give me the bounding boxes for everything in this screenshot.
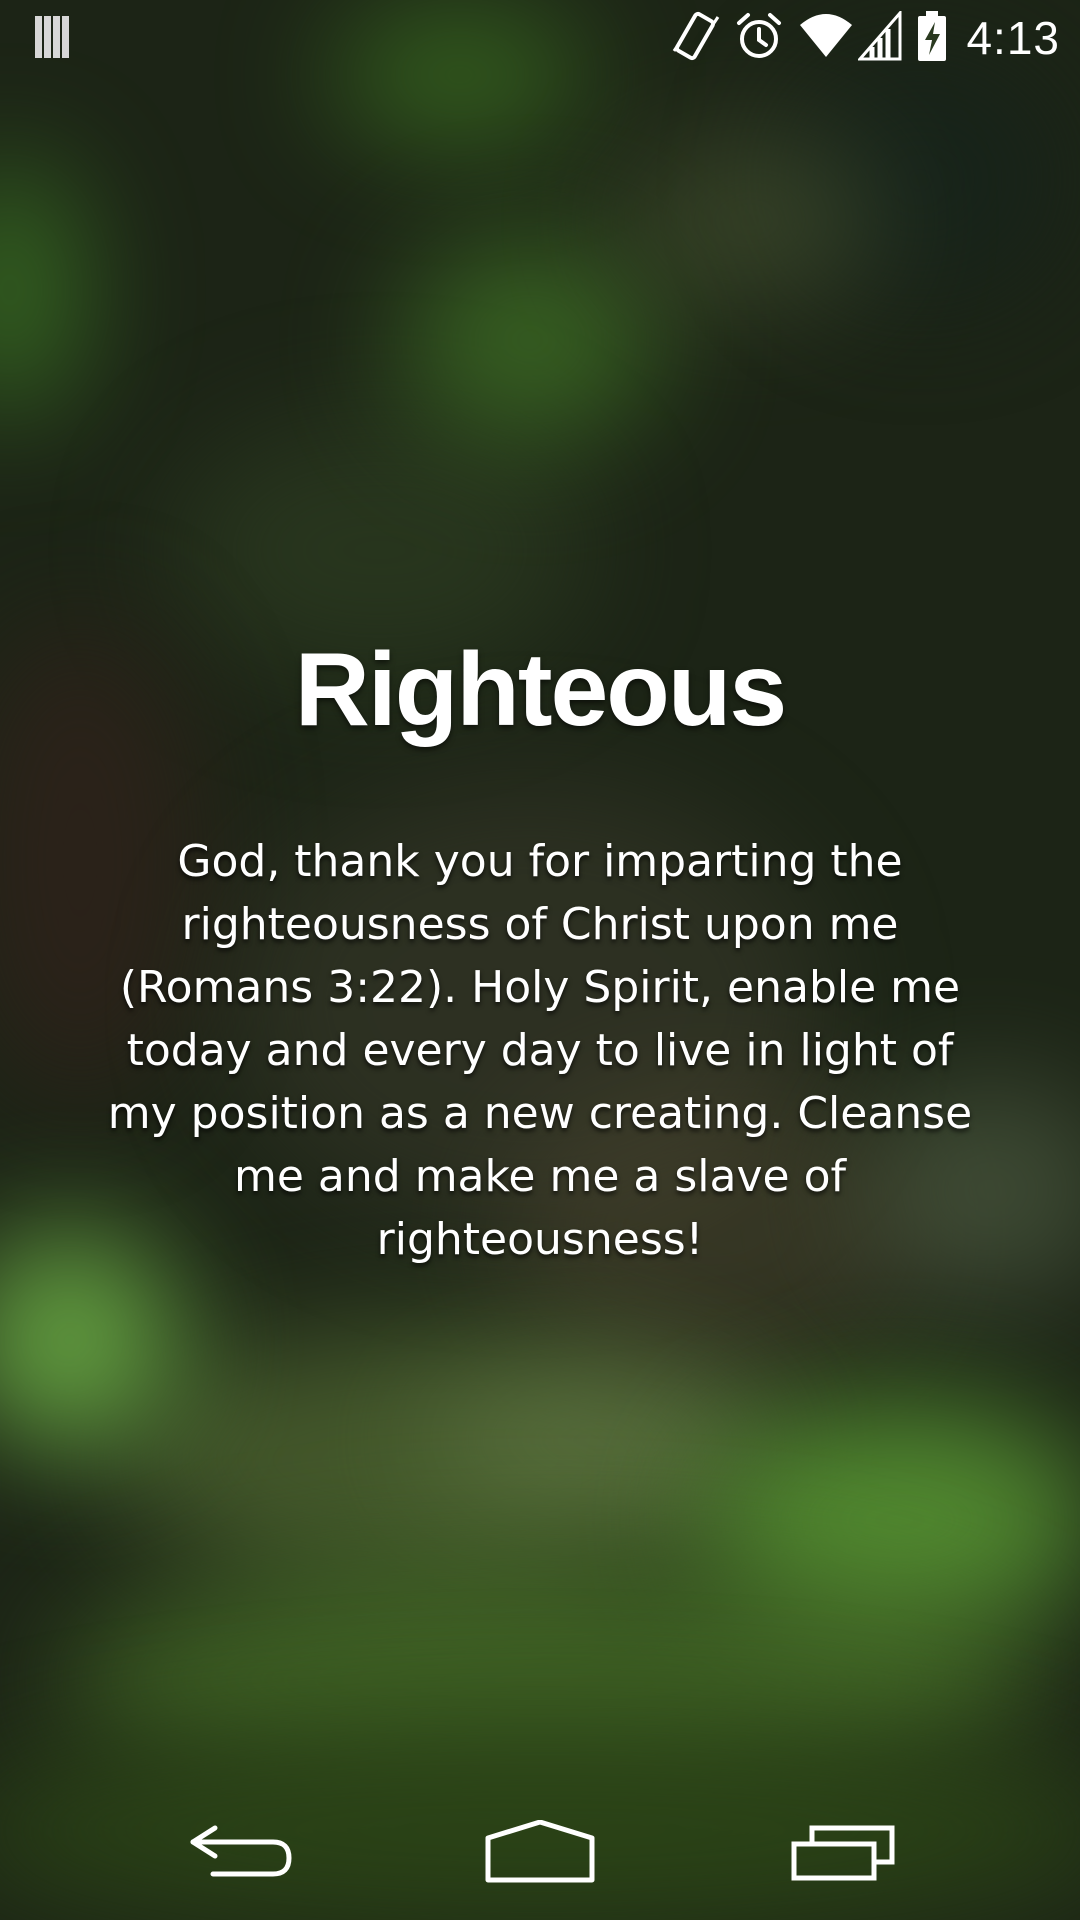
status-clock: 4:13 [966, 12, 1060, 64]
back-icon [185, 1822, 295, 1886]
wifi-icon [798, 11, 854, 65]
prayer-card: Righteous God, thank you for imparting t… [80, 630, 1000, 1271]
navigation-bar [0, 1788, 1080, 1920]
vibrate-icon [670, 9, 720, 67]
back-button[interactable] [170, 1814, 310, 1894]
recent-apps-icon [790, 1822, 898, 1886]
prayer-title: Righteous [294, 632, 787, 748]
cell-signal-icon [857, 8, 902, 65]
notification-bars-icon [34, 14, 72, 60]
home-icon [484, 1819, 596, 1888]
home-button[interactable] [470, 1814, 610, 1894]
battery-charging-icon [916, 10, 948, 66]
recent-apps-button[interactable] [774, 1814, 914, 1894]
prayer-text: God, thank you for imparting the righteo… [107, 836, 973, 1265]
alarm-icon [734, 9, 784, 67]
lock-screen: 4:13 Righteous God, thank you for impart… [0, 0, 1080, 1920]
status-bar[interactable]: 4:13 [0, 0, 1080, 75]
